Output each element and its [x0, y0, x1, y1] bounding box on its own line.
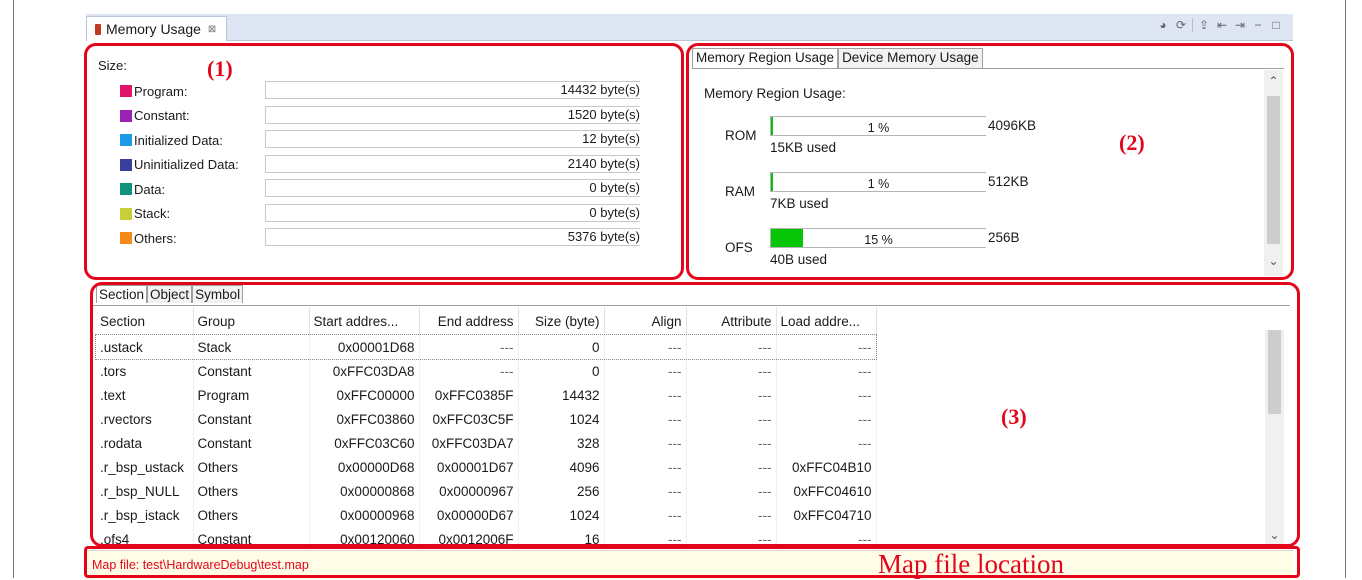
refresh-icon[interactable]: ◕	[1156, 18, 1170, 32]
close-icon[interactable]: ⊠	[208, 24, 216, 35]
toolbar-separator	[1192, 18, 1193, 32]
memory-usage-icon	[95, 23, 101, 35]
annotation-map-location: Map file location	[878, 549, 1064, 579]
collapse-icon[interactable]: ⇤	[1215, 18, 1229, 32]
minimize-icon[interactable]: −	[1251, 18, 1265, 32]
page-border-left	[13, 0, 14, 578]
page-border-right	[1345, 0, 1346, 578]
view-titlebar: Memory Usage ⊠ ◕ ⟳ ⇪ ⇤ ⇥ − □	[86, 14, 1293, 41]
annotation-box-map	[84, 546, 1300, 578]
tab-memory-usage[interactable]: Memory Usage ⊠	[86, 16, 228, 41]
annotation-box-1	[84, 43, 684, 280]
annotation-box-2	[686, 43, 1294, 280]
expand-icon[interactable]: ⇥	[1233, 18, 1247, 32]
maximize-icon[interactable]: □	[1269, 18, 1283, 32]
annotation-label-3: (3)	[1001, 404, 1027, 429]
link-icon[interactable]: ⟳	[1174, 18, 1188, 32]
view-toolbar: ◕ ⟳ ⇪ ⇤ ⇥ − □	[1156, 18, 1283, 32]
annotation-label-1: (1)	[207, 56, 233, 81]
export-icon[interactable]: ⇪	[1197, 18, 1211, 32]
annotation-label-2: (2)	[1119, 130, 1145, 155]
tab-title: Memory Usage	[106, 21, 201, 37]
annotation-box-3	[90, 282, 1300, 547]
